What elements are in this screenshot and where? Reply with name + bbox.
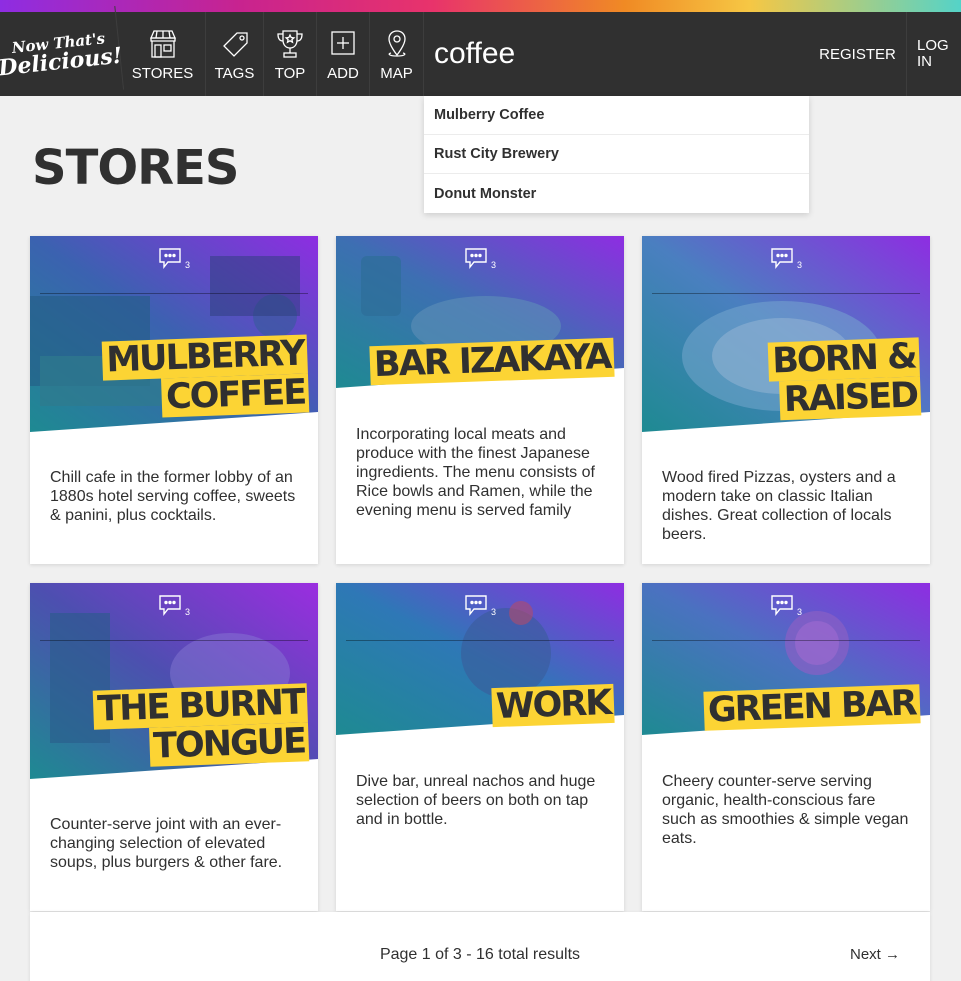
brand-logo[interactable]: Now That's Delicious! <box>0 5 125 103</box>
store-name[interactable]: THE BURNT TONGUE <box>92 682 310 769</box>
page-info: Page 1 of 3 - 16 total results <box>379 946 581 963</box>
search-result-item[interactable]: Mulberry Coffee <box>424 96 809 135</box>
store-name-line: BORN & <box>767 337 920 382</box>
review-count: 3 <box>490 260 496 270</box>
store-name[interactable]: WORK <box>490 683 615 728</box>
auth-links: REGISTER LOG IN <box>809 12 961 96</box>
store-name[interactable]: MULBERRY COFFEE <box>101 334 310 419</box>
store-icon <box>149 30 176 58</box>
comment-icon[interactable] <box>464 594 488 616</box>
nav-label-tags: TAGS <box>214 65 255 82</box>
store-name-line: GREEN BAR <box>703 683 921 731</box>
store-card: 3 THE BURNT TONGUE Counter-serve joint w… <box>30 583 318 911</box>
next-page-link[interactable]: Next → <box>850 946 900 963</box>
add-icon <box>331 31 355 55</box>
trophy-icon <box>277 30 303 58</box>
store-description: Cheery counter-serve serving organic, he… <box>662 773 909 847</box>
card-actions: 3 <box>642 246 930 270</box>
store-card: 3 GREEN BAR Cheery counter-serve serving… <box>642 583 930 911</box>
map-pin-icon <box>387 30 406 57</box>
store-description: Incorporating local meats and produce wi… <box>356 426 595 519</box>
nav-label-stores: STORES <box>131 65 194 82</box>
store-name-line: RAISED <box>778 376 922 421</box>
store-hero-image[interactable]: 3 BAR IZAKAYA <box>336 236 624 436</box>
search-input[interactable] <box>424 37 784 71</box>
search-result-item[interactable]: Rust City Brewery <box>424 135 809 174</box>
nav-item-top[interactable]: TOP <box>264 12 317 96</box>
store-name[interactable]: GREEN BAR <box>703 683 921 731</box>
card-divider <box>346 640 614 641</box>
store-hero-image[interactable]: 3 THE BURNT TONGUE <box>30 583 318 783</box>
store-card: 3 WORK Dive bar, unreal nachos and huge … <box>336 583 624 911</box>
nav-label-top: TOP <box>274 65 306 82</box>
store-name-line: WORK <box>490 683 615 728</box>
review-count: 3 <box>490 607 496 617</box>
card-divider <box>40 293 308 294</box>
store-description: Dive bar, unreal nachos and huge selecti… <box>356 773 596 828</box>
top-nav: Now That's Delicious! STORES TAGS TOP AD… <box>0 5 961 103</box>
tag-icon <box>222 32 248 57</box>
card-actions: 3 <box>336 593 624 617</box>
comment-icon[interactable] <box>158 594 182 616</box>
comment-icon[interactable] <box>770 594 794 616</box>
review-count: 3 <box>796 607 802 617</box>
store-description: Counter-serve joint with an ever-changin… <box>50 816 283 871</box>
nav-item-stores[interactable]: STORES <box>120 12 206 96</box>
nav-item-add[interactable]: ADD <box>317 12 370 96</box>
review-count: 3 <box>184 260 190 270</box>
search-box <box>424 12 784 96</box>
nav-item-tags[interactable]: TAGS <box>206 12 264 96</box>
store-card: 3 BAR IZAKAYA Incorporating local meats … <box>336 236 624 564</box>
review-count: 3 <box>184 607 190 617</box>
comment-icon[interactable] <box>158 247 182 269</box>
card-divider <box>40 640 308 641</box>
store-card: 3 MULBERRY COFFEE Chill cafe in the form… <box>30 236 318 564</box>
nav-item-map[interactable]: MAP <box>370 12 424 96</box>
store-name-line: TONGUE <box>148 722 310 768</box>
card-actions: 3 <box>30 593 318 617</box>
store-card: 3 BORN & RAISED Wood fired Pizzas, oyste… <box>642 236 930 564</box>
card-divider <box>652 293 920 294</box>
pagination: Page 1 of 3 - 16 total results Next → <box>30 912 930 981</box>
card-actions: 3 <box>336 246 624 270</box>
card-actions: 3 <box>30 246 318 270</box>
card-actions: 3 <box>642 593 930 617</box>
store-hero-image[interactable]: 3 WORK <box>336 583 624 783</box>
register-link[interactable]: REGISTER <box>809 12 907 96</box>
store-name-line: COFFEE <box>160 373 310 418</box>
store-hero-image[interactable]: 3 GREEN BAR <box>642 583 930 783</box>
comment-icon[interactable] <box>770 247 794 269</box>
store-description: Wood fired Pizzas, oysters and a modern … <box>662 469 896 543</box>
store-name[interactable]: BORN & RAISED <box>767 337 922 421</box>
page-title: STORES <box>32 140 239 196</box>
rainbow-bar <box>0 0 961 12</box>
nav-label-add: ADD <box>327 65 359 82</box>
card-divider <box>652 640 920 641</box>
nav-label-map: MAP <box>380 65 413 82</box>
store-hero-image[interactable]: 3 MULBERRY COFFEE <box>30 236 318 436</box>
search-results-dropdown: Mulberry Coffee Rust City Brewery Donut … <box>424 96 809 213</box>
store-description: Chill cafe in the former lobby of an 188… <box>50 469 296 524</box>
store-hero-image[interactable]: 3 BORN & RAISED <box>642 236 930 436</box>
review-count: 3 <box>796 260 802 270</box>
search-result-item[interactable]: Donut Monster <box>424 174 809 213</box>
login-link[interactable]: LOG IN <box>907 12 961 96</box>
comment-icon[interactable] <box>464 247 488 269</box>
